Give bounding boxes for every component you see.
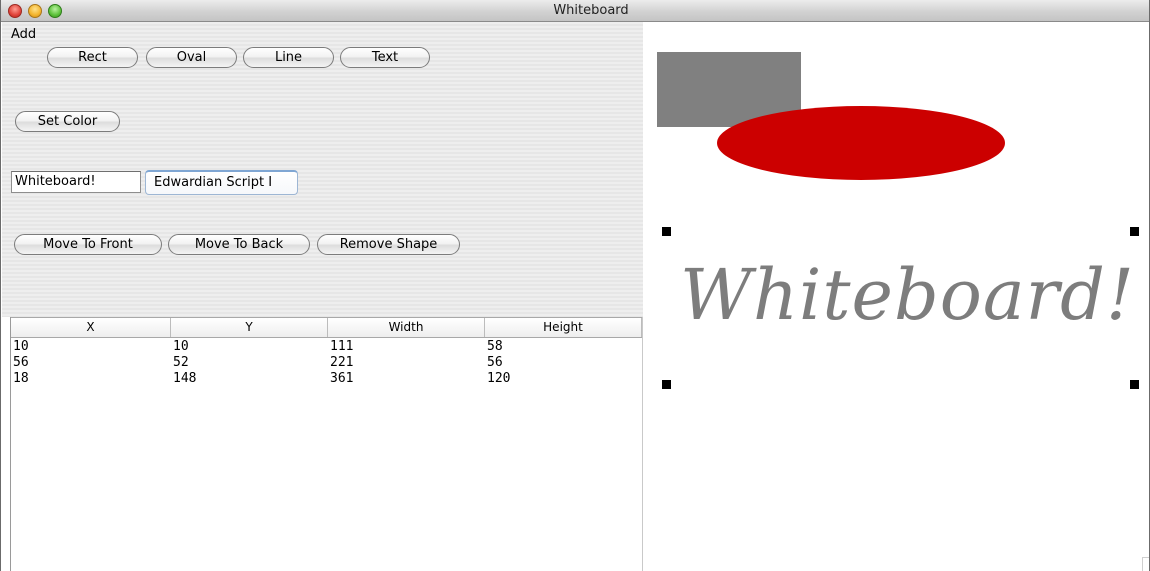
add-text-button[interactable]: Text — [340, 47, 430, 68]
drawing-canvas[interactable]: Whiteboard! — [644, 22, 1149, 571]
table-row[interactable]: 10 10 111 58 — [11, 339, 642, 355]
table-body: 10 10 111 58 56 52 221 56 18 148 361 120 — [11, 339, 642, 387]
selection-handle[interactable] — [1130, 380, 1139, 389]
selection-handle[interactable] — [662, 380, 671, 389]
font-selector[interactable]: Edwardian Script I — [145, 170, 298, 195]
whiteboard-window: Whiteboard Add Rect Oval Line Text Set C… — [0, 0, 1150, 571]
cell-height: 120 — [487, 371, 511, 386]
text-input[interactable]: Whiteboard! — [11, 171, 141, 193]
minimize-window-button[interactable] — [28, 4, 42, 18]
cell-height: 58 — [487, 339, 503, 354]
cell-y: 148 — [173, 371, 197, 386]
cell-width: 221 — [330, 355, 354, 370]
cell-x: 18 — [13, 371, 29, 386]
cell-y: 52 — [173, 355, 189, 370]
remove-shape-button[interactable]: Remove Shape — [317, 234, 460, 255]
move-to-back-button[interactable]: Move To Back — [168, 234, 310, 255]
cell-y: 10 — [173, 339, 189, 354]
column-header-height[interactable]: Height — [485, 318, 642, 337]
table-row[interactable]: 56 52 221 56 — [11, 355, 642, 371]
table-header: X Y Width Height — [11, 317, 642, 338]
column-header-width[interactable]: Width — [328, 318, 485, 337]
add-rect-button[interactable]: Rect — [47, 47, 138, 68]
cell-height: 56 — [487, 355, 503, 370]
add-label: Add — [11, 27, 37, 42]
red-oval-shape[interactable] — [717, 106, 1005, 180]
shape-table[interactable]: X Y Width Height 10 10 111 58 56 52 221 … — [10, 317, 643, 571]
whiteboard-text-shape[interactable]: Whiteboard! — [680, 254, 1135, 336]
title-bar[interactable]: Whiteboard — [1, 0, 1149, 22]
table-row[interactable]: 18 148 361 120 — [11, 371, 642, 387]
cell-x: 56 — [13, 355, 29, 370]
move-to-front-button[interactable]: Move To Front — [14, 234, 162, 255]
window-title: Whiteboard — [553, 3, 629, 18]
zoom-window-button[interactable] — [48, 4, 62, 18]
resize-grip-icon[interactable] — [1142, 557, 1149, 571]
set-color-button[interactable]: Set Color — [15, 111, 120, 132]
cell-width: 111 — [330, 339, 354, 354]
cell-x: 10 — [13, 339, 29, 354]
selection-handle[interactable] — [1130, 227, 1139, 236]
column-header-x[interactable]: X — [11, 318, 171, 337]
add-oval-button[interactable]: Oval — [146, 47, 237, 68]
add-line-button[interactable]: Line — [243, 47, 334, 68]
cell-width: 361 — [330, 371, 354, 386]
selection-handle[interactable] — [662, 227, 671, 236]
close-window-button[interactable] — [8, 4, 22, 18]
column-header-y[interactable]: Y — [171, 318, 328, 337]
